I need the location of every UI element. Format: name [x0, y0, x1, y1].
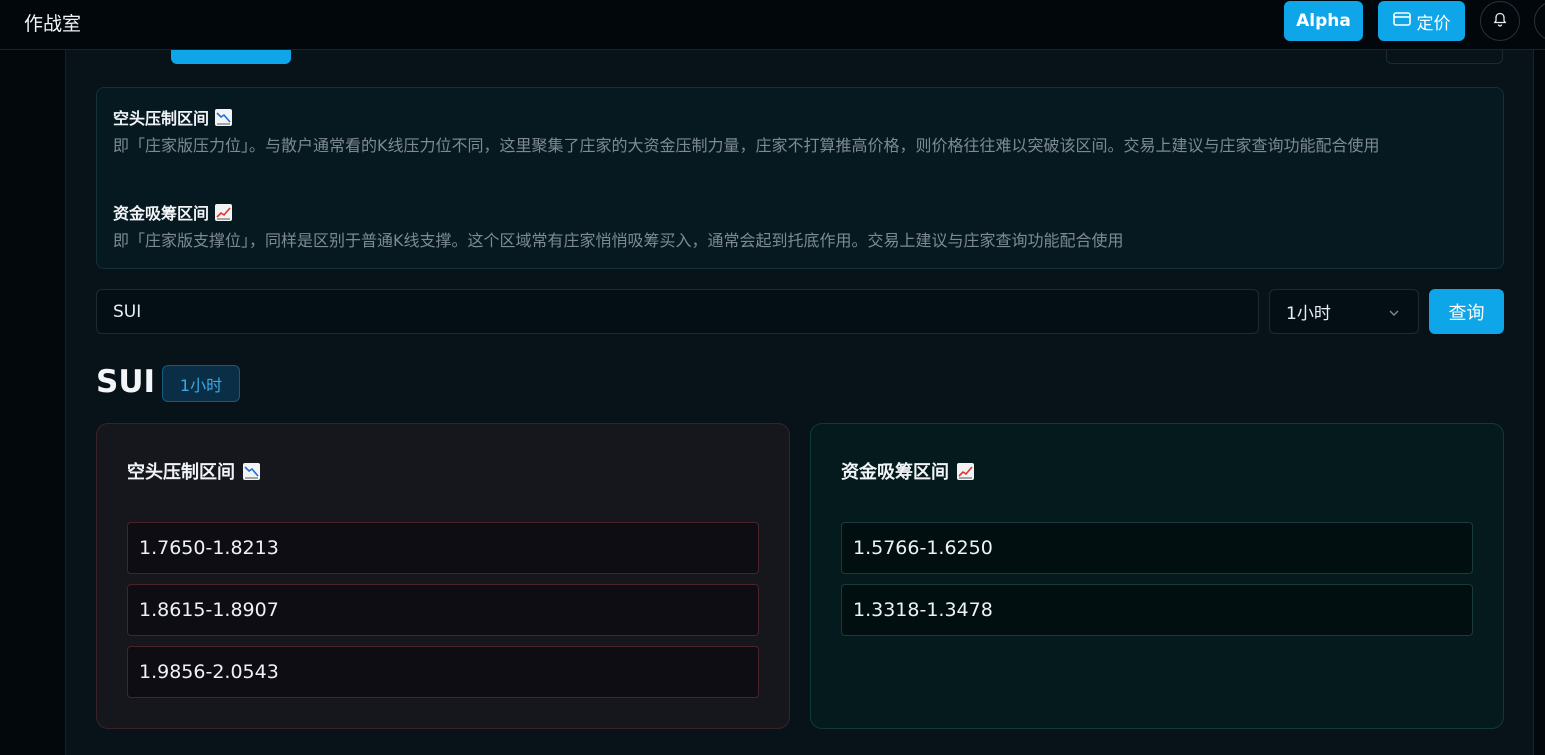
- chart-down-icon: [215, 108, 233, 126]
- query-button[interactable]: 查询: [1429, 289, 1504, 334]
- interval-selected: 1小时: [1286, 304, 1331, 324]
- interval-select[interactable]: 1小时: [1269, 289, 1419, 334]
- bell-icon: [1493, 12, 1507, 31]
- left-sidebar: [0, 50, 66, 755]
- chart-up-icon: [957, 462, 974, 480]
- right-edge: [1533, 50, 1545, 755]
- info-long-desc: 即「庄家版支撑位」，同样是区别于普通K线支撑。这个区域常有庄家悄悄吸筹买入，通常…: [113, 231, 1124, 250]
- info-short-desc: 即「庄家版压力位」。与散户通常看的K线压力位不同，这里聚集了庄家的大资金压制力量…: [113, 136, 1380, 155]
- long-zone-card: 资金吸筹区间 1.5766-1.6250 1.3318-1.3478: [810, 423, 1504, 729]
- app-title: 作战室: [24, 13, 82, 35]
- long-card-title: 资金吸筹区间: [841, 462, 949, 483]
- chart-down-icon: [243, 462, 260, 480]
- chevron-down-icon: [1388, 304, 1400, 324]
- pricing-label: 定价: [1416, 13, 1451, 34]
- long-card-heading: 资金吸筹区间: [841, 458, 974, 484]
- alpha-button[interactable]: Alpha: [1284, 1, 1363, 41]
- short-zone-card: 空头压制区间 1.7650-1.8213 1.8615-1.8907 1.985…: [96, 423, 790, 729]
- top-bar: 作战室 Alpha 定价: [0, 0, 1545, 50]
- help-button[interactable]: [1386, 50, 1503, 64]
- pricing-button[interactable]: 定价: [1378, 1, 1465, 41]
- info-long-heading: 资金吸筹区间: [113, 200, 233, 224]
- card-icon: [1392, 11, 1411, 31]
- short-zone-item: 1.9856-2.0543: [127, 646, 759, 698]
- info-short-title: 空头压制区间: [113, 109, 210, 128]
- notifications-button[interactable]: [1480, 1, 1520, 41]
- avatar[interactable]: [1534, 1, 1545, 41]
- chart-up-icon: [215, 203, 233, 221]
- result-symbol: SUI: [96, 364, 156, 400]
- result-interval-badge: 1小时: [162, 365, 240, 402]
- symbol-input[interactable]: SUI: [96, 289, 1259, 334]
- short-zone-item: 1.8615-1.8907: [127, 584, 759, 636]
- long-zone-item: 1.3318-1.3478: [841, 584, 1473, 636]
- info-short-heading: 空头压制区间: [113, 105, 233, 129]
- header-badge[interactable]: [171, 50, 291, 64]
- short-card-title: 空头压制区间: [127, 462, 235, 483]
- long-zone-item: 1.5766-1.6250: [841, 522, 1473, 574]
- short-card-heading: 空头压制区间: [127, 458, 260, 484]
- info-long-title: 资金吸筹区间: [113, 204, 210, 223]
- short-zone-item: 1.7650-1.8213: [127, 522, 759, 574]
- info-box: 空头压制区间 即「庄家版压力位」。与散户通常看的K线压力位不同，这里聚集了庄家的…: [96, 87, 1504, 269]
